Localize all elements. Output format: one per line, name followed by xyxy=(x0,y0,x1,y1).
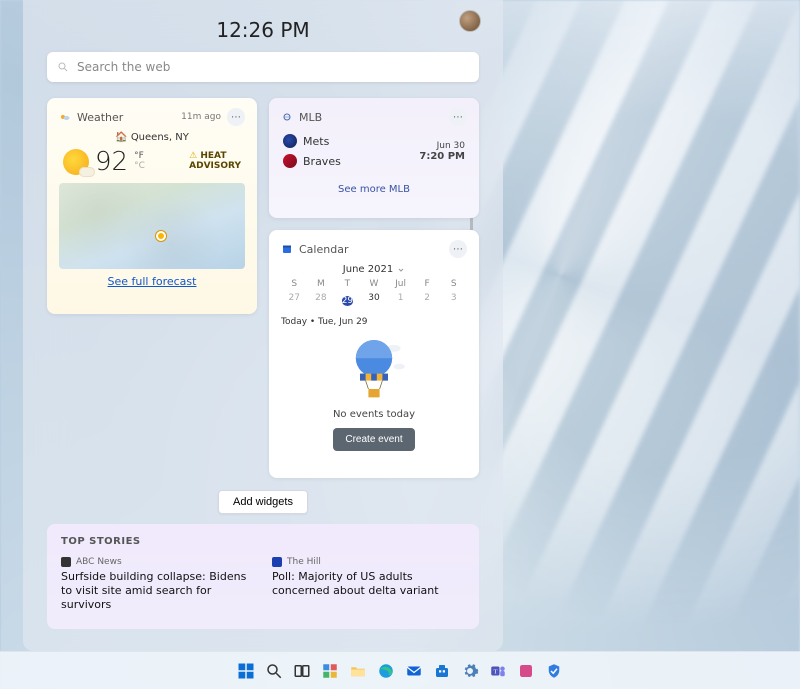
mlb-team-row: Braves xyxy=(283,154,341,168)
weather-widget[interactable]: Weather 11m ago ⋯ 🏠 Queens, NY 92 °F°C xyxy=(47,98,257,314)
search-placeholder: Search the web xyxy=(77,60,170,74)
widgets-panel: 12:26 PM Search the web Weather 11m ago … xyxy=(23,0,503,651)
settings-button[interactable] xyxy=(459,660,481,682)
braves-logo-icon xyxy=(283,154,297,168)
weather-units[interactable]: °F°C xyxy=(134,152,145,172)
source-icon xyxy=(61,557,71,567)
weather-icon xyxy=(59,111,71,123)
source-icon xyxy=(272,557,282,567)
calendar-today-label: Today • Tue, Jun 29 xyxy=(281,317,467,327)
story-headline: Surfside building collapse: Bidens to vi… xyxy=(61,570,254,611)
mlb-more-button[interactable]: ⋯ xyxy=(449,108,467,126)
story-source: ABC News xyxy=(76,557,122,567)
weather-location: 🏠 Queens, NY xyxy=(59,132,245,143)
calendar-title: Calendar xyxy=(299,243,348,256)
calendar-no-events: No events today xyxy=(281,409,467,420)
story-headline: Poll: Majority of US adults concerned ab… xyxy=(272,570,465,598)
edge-button[interactable] xyxy=(375,660,397,682)
create-event-button[interactable]: Create event xyxy=(333,428,414,451)
user-avatar[interactable] xyxy=(459,10,481,32)
calendar-more-button[interactable]: ⋯ xyxy=(449,240,467,258)
search-input[interactable]: Search the web xyxy=(47,52,479,82)
explorer-button[interactable] xyxy=(347,660,369,682)
sun-icon xyxy=(63,149,89,175)
app-button[interactable] xyxy=(515,660,537,682)
search-button[interactable] xyxy=(263,660,285,682)
calendar-today: 29 xyxy=(342,296,353,306)
mets-logo-icon xyxy=(283,134,297,148)
sports-icon xyxy=(281,111,293,123)
weather-map[interactable] xyxy=(59,183,245,269)
mlb-team-row: Mets xyxy=(283,134,341,148)
mlb-game-time: Jun 30 7:20 PM xyxy=(419,141,465,162)
taskbar[interactable]: T xyxy=(0,651,800,689)
calendar-month-picker[interactable]: June 2021 xyxy=(281,264,467,275)
top-stories-widget[interactable]: TOP STORIES ABC News Surfside building c… xyxy=(47,524,479,629)
weather-more-button[interactable]: ⋯ xyxy=(227,108,245,126)
story-source: The Hill xyxy=(287,557,321,567)
weather-time-ago: 11m ago xyxy=(181,112,221,122)
clock: 12:26 PM xyxy=(47,18,479,42)
weather-title: Weather xyxy=(77,111,123,124)
weather-temperature: 92 xyxy=(95,147,128,177)
calendar-week-row[interactable]: SMTWJulFS 27282930123 xyxy=(281,279,467,311)
see-more-mlb-link[interactable]: See more MLB xyxy=(281,184,467,195)
story-item[interactable]: ABC News Surfside building collapse: Bid… xyxy=(61,557,254,611)
start-button[interactable] xyxy=(235,660,257,682)
store-button[interactable] xyxy=(431,660,453,682)
balloon-illustration xyxy=(339,333,409,403)
see-full-forecast-link[interactable]: See full forecast xyxy=(59,275,245,288)
search-icon xyxy=(57,61,69,73)
mail-button[interactable] xyxy=(403,660,425,682)
map-pin-icon xyxy=(156,231,166,241)
teams-button[interactable]: T xyxy=(487,660,509,682)
chevron-down-icon xyxy=(397,266,405,274)
story-item[interactable]: The Hill Poll: Majority of US adults con… xyxy=(272,557,465,611)
security-button[interactable] xyxy=(543,660,565,682)
mlb-widget[interactable]: MLB ⋯ Mets Braves Jun 30 7:20 PM See mor… xyxy=(269,98,479,218)
add-widgets-button[interactable]: Add widgets xyxy=(218,490,308,514)
task-view-button[interactable] xyxy=(291,660,313,682)
weather-advisory: ⚠ HEATADVISORY xyxy=(189,152,241,172)
top-stories-heading: TOP STORIES xyxy=(61,536,465,547)
calendar-icon xyxy=(281,243,293,255)
calendar-widget[interactable]: Calendar ⋯ June 2021 SMTWJulFS 272829301… xyxy=(269,230,479,478)
mlb-title: MLB xyxy=(299,111,322,124)
widgets-button[interactable] xyxy=(319,660,341,682)
